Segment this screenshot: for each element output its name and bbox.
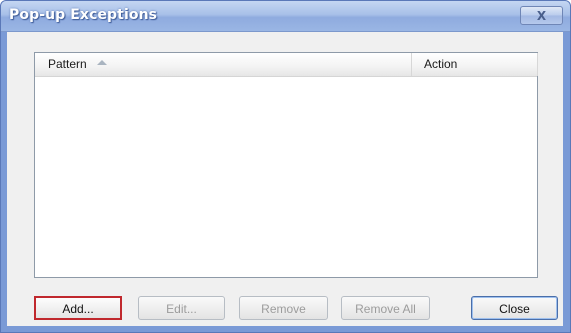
sort-ascending-icon — [96, 60, 107, 66]
remove-all-button[interactable]: Remove All — [341, 296, 430, 320]
list-body[interactable] — [35, 77, 537, 277]
dialog-client-area: Pattern Action Add... Edit... Remove Rem… — [7, 32, 563, 326]
exceptions-list[interactable]: Pattern Action — [34, 52, 538, 278]
close-button[interactable]: Close — [471, 296, 558, 320]
edit-button[interactable]: Edit... — [138, 296, 225, 320]
window-close-icon[interactable]: X — [520, 6, 563, 25]
window-title: Pop-up Exceptions — [9, 7, 158, 23]
title-bar[interactable]: Pop-up Exceptions X — [1, 1, 570, 32]
popup-exceptions-dialog: Pop-up Exceptions X Pattern Action Add..… — [0, 0, 571, 333]
remove-button[interactable]: Remove — [239, 296, 328, 320]
column-header-pattern[interactable]: Pattern — [35, 53, 412, 76]
column-header-action[interactable]: Action — [412, 53, 538, 76]
list-column-header: Pattern Action — [35, 53, 538, 77]
column-header-action-label: Action — [424, 57, 458, 71]
add-button[interactable]: Add... — [34, 296, 122, 320]
column-header-pattern-label: Pattern — [48, 57, 87, 71]
